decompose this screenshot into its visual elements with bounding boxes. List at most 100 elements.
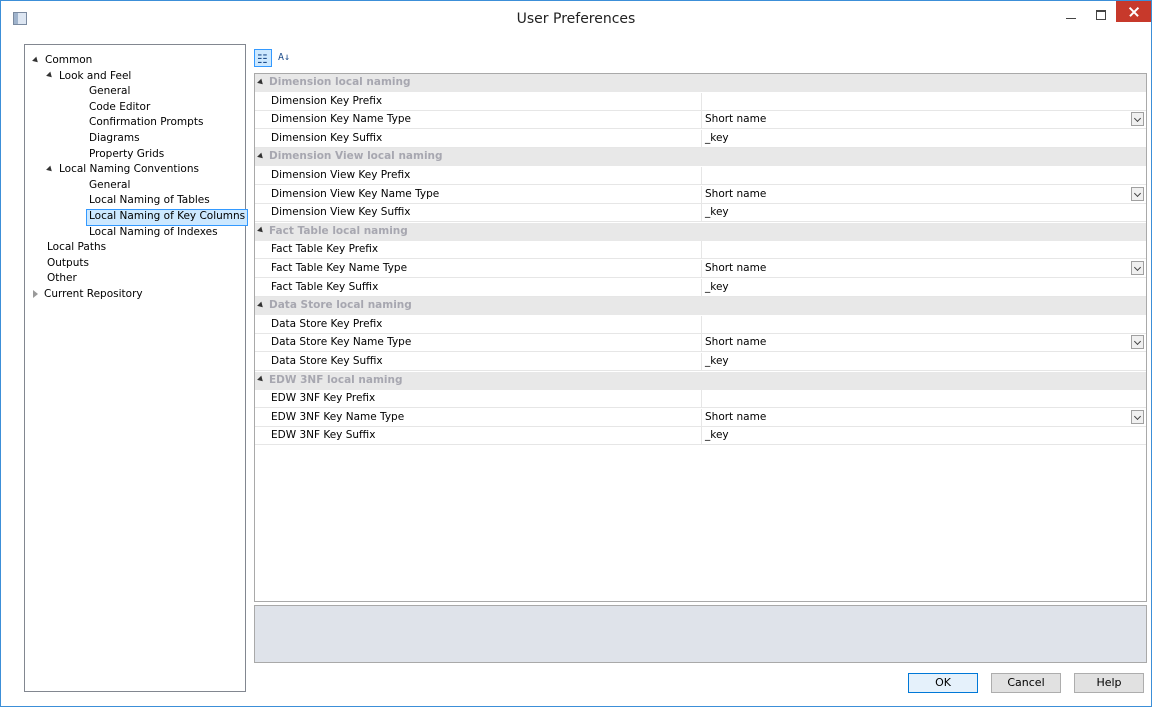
tree-item[interactable]: Common — [32, 53, 92, 68]
tree-item[interactable]: Local Paths — [47, 240, 106, 255]
cancel-button[interactable]: Cancel — [991, 673, 1061, 693]
category-header: Fact Table local naming — [257, 224, 408, 237]
property-name: Dimension View Key Suffix — [271, 206, 411, 219]
tree-item[interactable]: General — [89, 84, 130, 99]
collapse-arrow-icon[interactable] — [257, 152, 265, 161]
tree-item[interactable]: Look and Feel — [46, 69, 131, 84]
tree-item[interactable]: Local Naming of Tables — [89, 193, 210, 208]
property-grid-toolbar: ☷ A↓ — [254, 46, 314, 70]
property-value-field[interactable] — [701, 241, 1146, 260]
property-value: Short name — [705, 336, 767, 349]
tree-item[interactable]: Local Naming of Indexes — [89, 225, 218, 240]
title-bar[interactable]: User Preferences — [1, 1, 1151, 37]
property-row[interactable]: Data Store Key Prefix — [255, 315, 1146, 334]
tree-item[interactable]: Diagrams — [89, 131, 140, 146]
close-button[interactable] — [1116, 1, 1151, 22]
property-row[interactable]: Data Store Key Name Type Short name — [255, 334, 1146, 353]
property-value: _key — [705, 429, 729, 442]
property-name: Dimension View Key Prefix — [271, 169, 411, 181]
tree-item[interactable]: Property Grids — [89, 147, 164, 162]
tree-item[interactable]: Current Repository — [33, 287, 143, 302]
ok-button[interactable]: OK — [908, 673, 978, 693]
category-row[interactable]: Dimension local naming — [255, 74, 1146, 92]
property-row[interactable]: Fact Table Key Suffix _key — [255, 278, 1146, 297]
property-row[interactable]: Dimension View Key Prefix — [255, 167, 1146, 185]
category-label: Dimension local naming — [269, 76, 411, 88]
tree-item-label: Code Editor — [89, 100, 151, 113]
property-row[interactable]: Dimension Key Name Type Short name — [255, 111, 1146, 130]
tree-item-label: Diagrams — [89, 132, 140, 144]
tree-item[interactable]: Local Naming Conventions — [46, 162, 199, 177]
tree-item-label: Local Naming Conventions — [59, 163, 199, 176]
property-value-dropdown[interactable]: Short name — [701, 185, 1146, 204]
help-button[interactable]: Help — [1074, 673, 1144, 693]
category-row[interactable]: EDW 3NF local naming — [255, 371, 1146, 390]
categorized-button[interactable]: ☷ — [254, 49, 272, 67]
property-name: Data Store Key Suffix — [271, 355, 383, 367]
chevron-down-icon[interactable] — [1131, 112, 1144, 127]
tree-item-label: General — [89, 178, 131, 191]
chevron-down-icon[interactable] — [1131, 409, 1144, 424]
property-value-dropdown[interactable]: Short name — [701, 111, 1146, 130]
property-row[interactable]: EDW 3NF Key Name Type Short name — [255, 408, 1146, 427]
collapse-arrow-icon[interactable] — [257, 375, 265, 384]
property-value-field[interactable]: _key — [701, 278, 1146, 297]
property-row[interactable]: Dimension Key Prefix — [255, 92, 1146, 111]
property-row[interactable]: Dimension Key Suffix _key — [255, 129, 1146, 148]
property-grid[interactable]: Dimension local naming Dimension Key Pref… — [254, 73, 1147, 602]
tree-item[interactable]: Confirmation Prompts — [89, 115, 203, 130]
chevron-down-icon[interactable] — [1131, 335, 1144, 350]
minimize-button[interactable] — [1059, 7, 1083, 25]
tree-item-label: Outputs — [47, 256, 89, 269]
alphabetical-sort-icon: A↓ — [278, 52, 291, 63]
property-value: _key — [705, 280, 729, 293]
property-value-dropdown[interactable]: Short name — [701, 408, 1146, 427]
property-value-dropdown[interactable]: Short name — [701, 334, 1146, 353]
collapsed-arrow-icon[interactable] — [33, 290, 38, 298]
property-name: Data Store Key Prefix — [271, 317, 383, 330]
collapse-arrow-icon[interactable] — [257, 78, 265, 86]
tree-item-label: Confirmation Prompts — [89, 116, 204, 129]
maximize-button[interactable] — [1089, 7, 1113, 25]
property-row[interactable]: Fact Table Key Prefix — [255, 241, 1146, 260]
property-value-field[interactable]: _key — [701, 353, 1146, 371]
category-label: Fact Table local naming — [269, 224, 408, 237]
property-value-field[interactable]: _key — [701, 129, 1146, 148]
property-value-field[interactable] — [701, 92, 1146, 111]
preferences-tree[interactable]: Common Look and Feel General Code Editor Con… — [24, 44, 249, 692]
property-value-field[interactable]: _key — [701, 427, 1146, 446]
category-row[interactable]: Fact Table local naming — [255, 222, 1146, 241]
property-row[interactable]: Dimension View Key Suffix _key — [255, 204, 1146, 223]
property-value-field[interactable] — [701, 315, 1146, 334]
category-row[interactable]: Data Store local naming — [255, 297, 1146, 316]
tree-item[interactable]: Code Editor — [89, 100, 150, 115]
tree-item[interactable]: Local Naming of Key Columns — [86, 209, 249, 226]
property-value-field[interactable] — [701, 167, 1146, 185]
tree-item[interactable]: Other — [47, 271, 77, 286]
expanded-arrow-icon[interactable] — [46, 165, 54, 174]
property-row[interactable]: Dimension View Key Name Type Short name — [255, 185, 1146, 204]
collapse-arrow-icon[interactable] — [257, 226, 265, 235]
tree-item[interactable]: General — [89, 178, 130, 193]
property-row[interactable]: EDW 3NF Key Prefix — [255, 390, 1146, 409]
property-value-field[interactable] — [701, 390, 1146, 409]
property-value: _key — [705, 355, 729, 367]
property-value-dropdown[interactable]: Short name — [701, 260, 1146, 278]
property-row[interactable]: Data Store Key Suffix _key — [255, 353, 1146, 371]
chevron-down-icon[interactable] — [1131, 261, 1144, 275]
expanded-arrow-icon[interactable] — [32, 56, 40, 64]
property-name: EDW 3NF Key Name Type — [271, 410, 405, 423]
expanded-arrow-icon[interactable] — [46, 71, 54, 80]
property-row[interactable]: EDW 3NF Key Suffix _key — [255, 427, 1146, 446]
tree-item[interactable]: Outputs — [47, 256, 89, 271]
property-row[interactable]: Fact Table Key Name Type Short name — [255, 260, 1146, 278]
alphabetical-button[interactable]: A↓ — [276, 49, 294, 67]
tree-item-label: Current Repository — [44, 288, 143, 300]
property-name: Dimension Key Name Type — [271, 113, 411, 126]
property-name: Fact Table Key Suffix — [271, 280, 379, 293]
property-value-field[interactable]: _key — [701, 204, 1146, 223]
category-row[interactable]: Dimension View local naming — [255, 148, 1146, 167]
collapse-arrow-icon[interactable] — [257, 301, 265, 310]
chevron-down-icon[interactable] — [1131, 186, 1144, 201]
property-description-panel — [254, 605, 1147, 663]
